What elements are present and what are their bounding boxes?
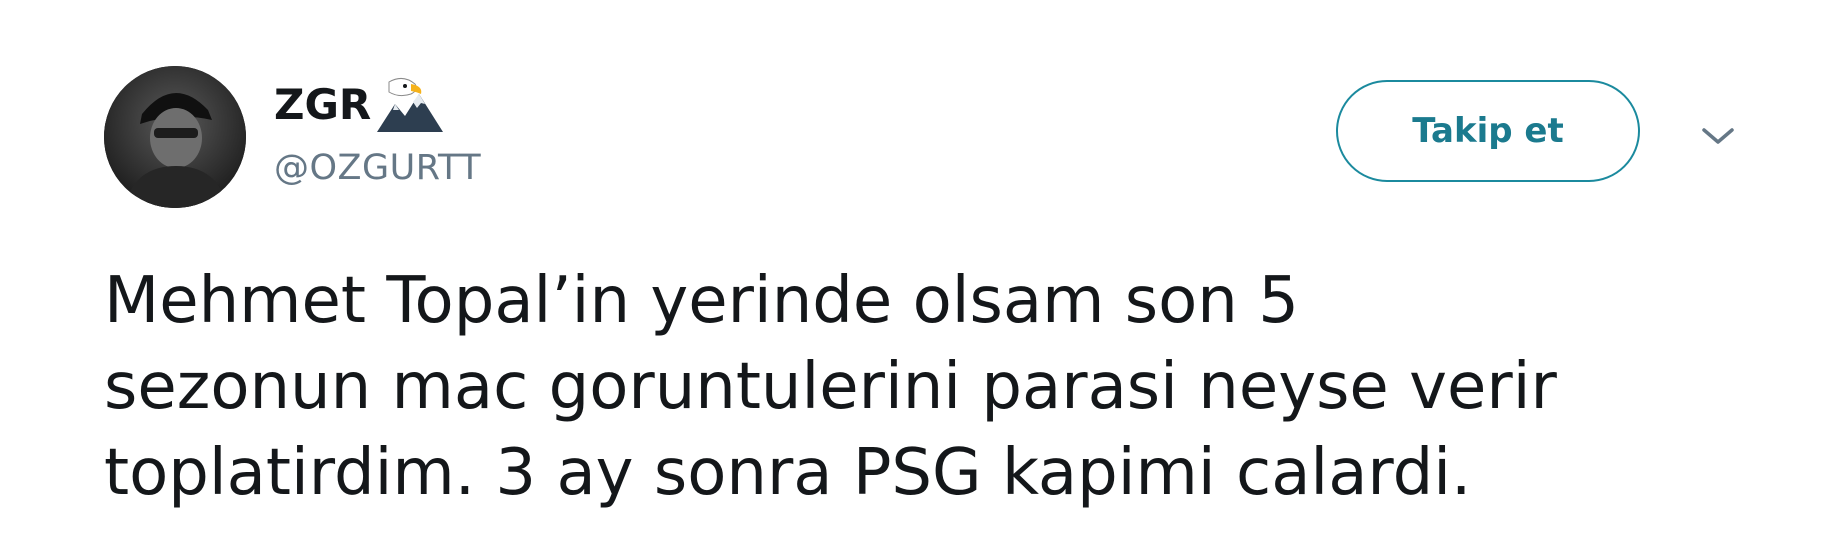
tweet-card: ZGR @OZGURTT Takip et Mehmet Topal’in ye… bbox=[0, 0, 1822, 555]
tweet-line: Mehmet Topal’in yerinde olsam son 5 bbox=[104, 264, 1299, 338]
tweet-line: toplatirdim. 3 ay sonra PSG kapimi calar… bbox=[104, 436, 1472, 510]
avatar[interactable] bbox=[104, 66, 246, 208]
author-name-text: ZGR bbox=[274, 80, 372, 129]
follow-button[interactable]: Takip et bbox=[1336, 80, 1640, 182]
author-name[interactable]: ZGR bbox=[274, 76, 445, 134]
author-handle[interactable]: @OZGURTT bbox=[274, 146, 481, 190]
user-avatar-icon bbox=[104, 66, 246, 208]
tweet-line: sezonun mac goruntulerini parasi neyse v… bbox=[104, 350, 1557, 424]
tweet-text: Mehmet Topal’in yerinde olsam son 5 sezo… bbox=[104, 258, 1784, 516]
eagle-mountain-icon bbox=[377, 78, 444, 132]
chevron-down-icon[interactable] bbox=[1700, 124, 1736, 148]
